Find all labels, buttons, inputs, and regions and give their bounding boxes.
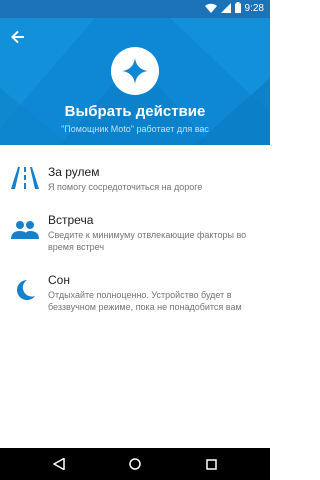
status-bar: 9:28 — [0, 0, 270, 18]
header: Выбрать действие "Помощник Moto" работае… — [0, 18, 270, 145]
moto-assistant-star-icon — [122, 58, 148, 84]
action-title: Встреча — [48, 213, 94, 227]
back-triangle-icon — [53, 458, 65, 470]
wifi-icon — [204, 0, 217, 18]
moto-assistant-logo — [111, 47, 159, 95]
arrow-back-icon — [11, 30, 24, 44]
navigation-bar — [0, 448, 270, 480]
action-description: Я помогу сосредоточиться на дороге — [48, 182, 203, 192]
action-list: За рулем Я помогу сосредоточиться на дор… — [0, 145, 270, 448]
action-description: Отдыхайте полноценно. Устройство будет в… — [48, 290, 242, 312]
action-title: За рулем — [48, 165, 100, 179]
status-icons: 9:28 — [204, 0, 264, 18]
action-title: Сон — [48, 273, 70, 287]
action-item-sleep[interactable]: Сон Отдыхайте полноценно. Устройство буд… — [0, 273, 270, 319]
nav-home-button[interactable] — [125, 454, 145, 474]
back-button[interactable] — [5, 24, 31, 50]
battery-icon — [234, 0, 241, 18]
moon-icon — [10, 277, 40, 303]
road-icon — [10, 165, 40, 191]
page-subtitle: "Помощник Moto" работает для вас — [61, 124, 209, 134]
status-time: 9:28 — [244, 3, 264, 14]
signal-icon — [220, 0, 231, 18]
action-description: Сведите к минимуму отвлекающие факторы в… — [48, 230, 247, 252]
nav-recents-button[interactable] — [201, 454, 221, 474]
action-item-meeting[interactable]: Встреча Сведите к минимуму отвлекающие ф… — [0, 213, 270, 257]
action-item-driving[interactable]: За рулем Я помогу сосредоточиться на дор… — [0, 165, 270, 201]
home-circle-icon — [129, 458, 141, 470]
nav-back-button[interactable] — [49, 454, 69, 474]
page-title: Выбрать действие — [64, 103, 206, 120]
recents-square-icon — [205, 458, 217, 470]
people-icon — [10, 217, 40, 243]
